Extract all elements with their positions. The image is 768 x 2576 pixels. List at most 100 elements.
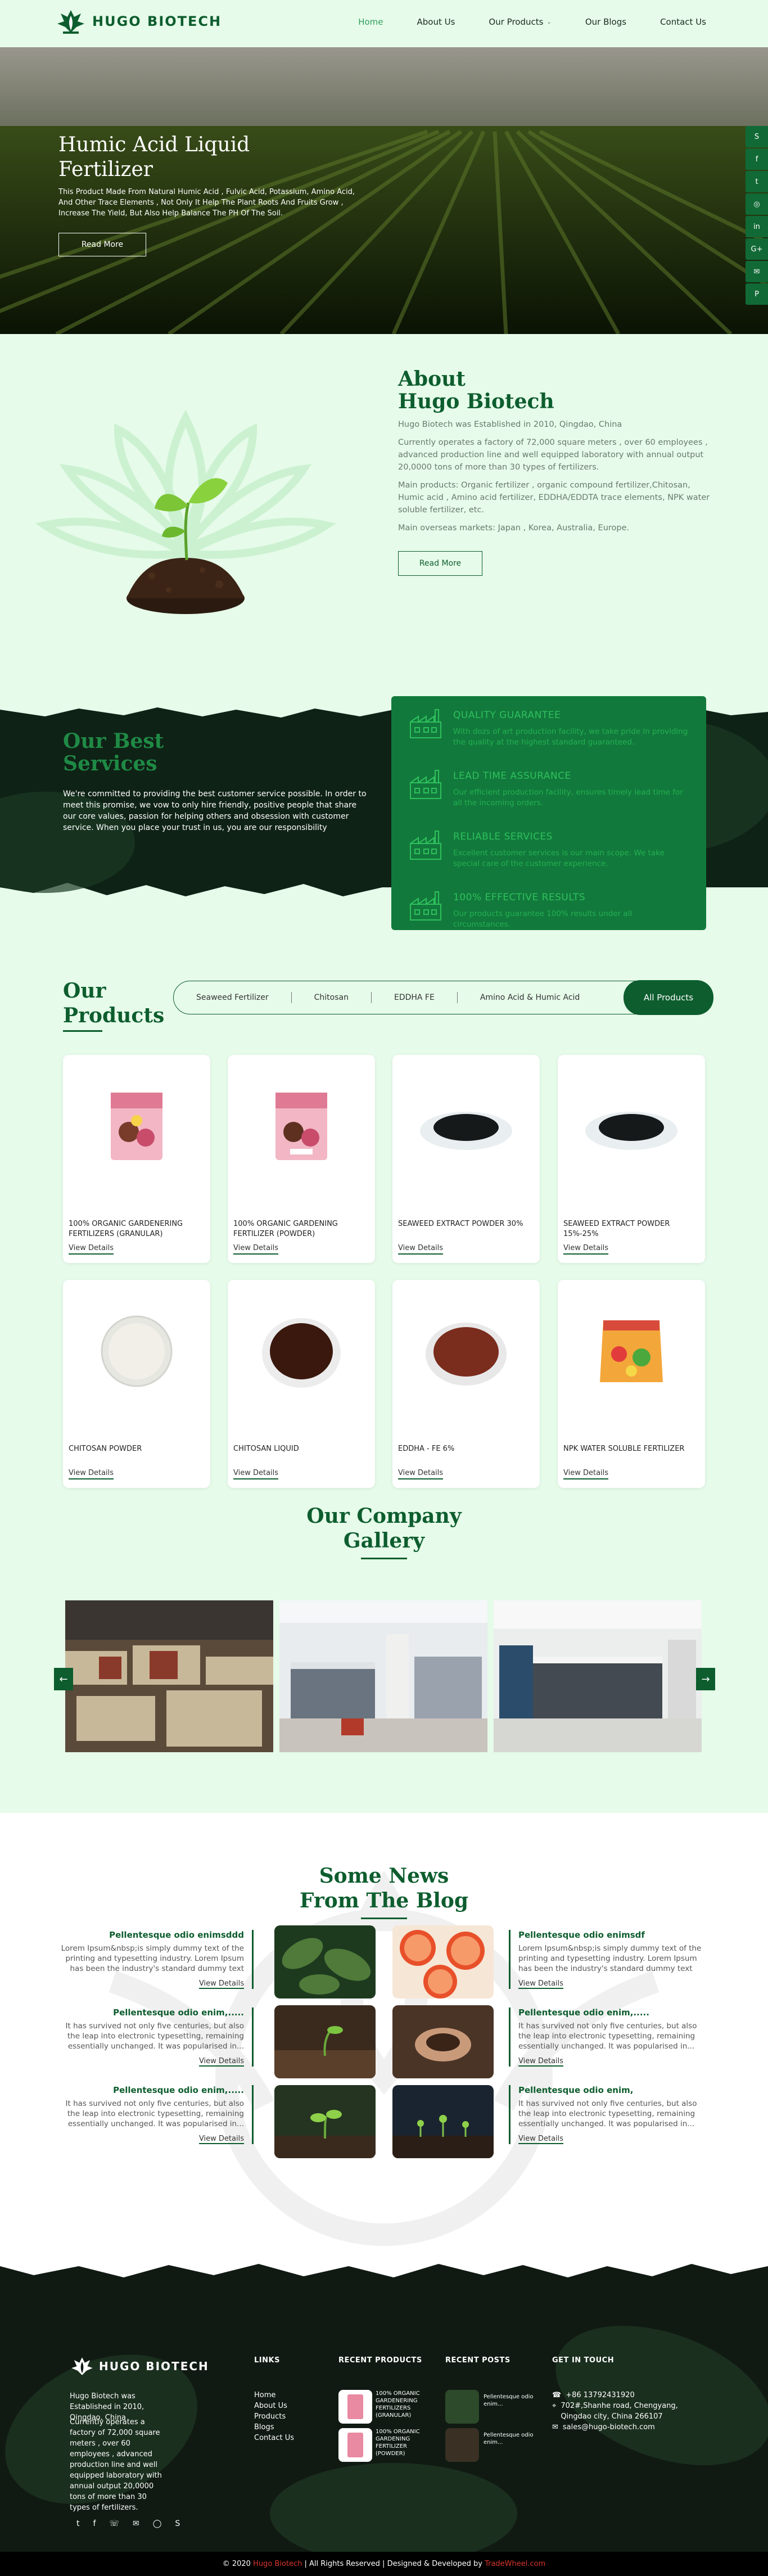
services-heading-line1: Our Best [63,729,164,753]
view-details-link[interactable]: View Details [518,2057,564,2067]
recent-product-name[interactable]: 100% ORGANIC GARDENERING FERTILIZERS (GR… [376,2390,424,2419]
product-card[interactable]: 100% ORGANIC GARDENING FERTILIZER (POWDE… [228,1055,375,1263]
view-details-link[interactable]: View Details [233,1469,279,1479]
footer-phone[interactable]: +86 13792431920 [566,2390,635,2401]
google-plus-icon[interactable]: G+ [746,238,768,260]
recent-product-name[interactable]: 100% ORGANIC GARDENING FERTILIZER (POWDE… [376,2428,424,2457]
blog-post-desc: It has survived not only five centuries,… [518,2022,697,2051]
blog-post-title[interactable]: Pellentesque odio enim,..... [60,2085,244,2095]
view-details-link[interactable]: View Details [233,1244,279,1255]
wechat-icon[interactable]: ✉ [746,261,768,282]
recent-product-thumb[interactable] [338,2390,372,2424]
blog-image[interactable] [392,2005,494,2078]
tab-eddha[interactable]: EDDHA FE [372,992,458,1003]
about-read-more-button[interactable]: Read More [398,551,482,576]
recent-post-thumb[interactable] [445,2428,479,2462]
product-card[interactable]: NPK WATER SOLUBLE FERTILIZER View Detail… [558,1280,705,1488]
hero-read-more-button[interactable]: Read More [58,233,146,256]
footer-link-home[interactable]: Home [254,2390,294,2401]
blog-post-title[interactable]: Pellentesque odio enimsdf [518,1930,703,1940]
blog-image[interactable] [274,1925,376,1998]
product-card[interactable]: CHITOSAN LIQUID View Details [228,1280,375,1488]
gallery-next-arrow[interactable]: → [696,1668,715,1690]
tab-all-products[interactable]: All Products [624,980,713,1015]
facebook-icon[interactable]: f [746,148,768,170]
nav-blogs[interactable]: Our Blogs [585,17,626,27]
blog-post: Pellentesque odio enim,..... It has survi… [60,2085,254,2144]
blog-image[interactable] [274,2085,376,2158]
nav-contact[interactable]: Contact Us [660,17,706,27]
nav-home[interactable]: Home [358,17,383,27]
footer-link-contact[interactable]: Contact Us [254,2433,294,2443]
instagram-icon[interactable]: ◎ [746,193,768,215]
blog-post-title[interactable]: Pellentesque odio enim, [518,2085,703,2095]
footer-email[interactable]: sales@hugo-biotech.com [563,2422,655,2433]
gallery-prev-arrow[interactable]: ← [54,1668,73,1690]
nav-products[interactable]: Our Products ⌄ [489,17,551,27]
service-desc: Our efficient production facility, ensur… [453,788,683,807]
nav-about[interactable]: About Us [417,17,455,27]
product-card[interactable]: SEAWEED EXTRACT POWDER 30% View Details [392,1055,540,1263]
black-powder-dish-image [420,1112,512,1150]
view-details-link[interactable]: View Details [563,1469,609,1479]
view-details-link[interactable]: View Details [69,1469,114,1479]
product-card[interactable]: 100% ORGANIC GARDENERING FERTILIZERS (GR… [63,1055,210,1263]
gallery-image-lab-2[interactable] [494,1600,702,1752]
developer-link[interactable]: TradeWheel.com [485,2560,545,2568]
services-heading: Our Best Services [63,730,164,775]
copyright-year: © 2020 [222,2560,251,2568]
tab-chitosan[interactable]: Chitosan [292,992,372,1003]
footer-logo[interactable]: HUGO BIOTECH [70,2354,209,2379]
view-details-link[interactable]: View Details [198,2135,244,2144]
gallery-image-warehouse[interactable] [65,1600,273,1752]
view-details-link[interactable]: View Details [518,2135,564,2144]
service-item: 100% EFFECTIVE RESULTS Our products guara… [408,888,689,931]
footer-link-blogs[interactable]: Blogs [254,2422,294,2433]
factory-icon [410,831,441,860]
product-card[interactable]: EDDHA - FE 6% View Details [392,1280,540,1488]
tab-seaweed[interactable]: Seaweed Fertilizer [174,992,292,1003]
site-logo[interactable]: HUGO BIOTECH [55,4,222,38]
service-item: QUALITY GUARANTEE With dozs of art produc… [408,706,689,749]
view-details-link[interactable]: View Details [563,1244,609,1255]
linkedin-icon[interactable]: in [746,216,768,237]
view-details-link[interactable]: View Details [198,1979,244,1989]
pinterest-icon[interactable]: P [746,283,768,305]
product-card[interactable]: CHITOSAN POWDER View Details [63,1280,210,1488]
gallery-image-lab[interactable] [279,1600,487,1752]
blog-post-title[interactable]: Pellentesque odio enim,..... [518,2007,703,2018]
recent-post-thumb[interactable] [445,2390,479,2424]
blog-post-title[interactable]: Pellentesque odio enim,..... [60,2007,244,2018]
view-details-link[interactable]: View Details [398,1469,444,1479]
product-name: NPK WATER SOLUBLE FERTILIZER [563,1445,685,1453]
copyright-brand-link[interactable]: Hugo Biotech [253,2560,302,2568]
product-card[interactable]: SEAWEED EXTRACT POWDER 15%-25% View Deta… [558,1055,705,1263]
wechat-icon[interactable]: ✉ [133,2519,139,2528]
footer-address: 702#,Shanhe road, Chengyang, Qingdao cit… [561,2402,678,2421]
whatsapp-icon[interactable]: ◯ [153,2519,162,2528]
planting-photo [274,2005,376,2078]
recent-product-thumb[interactable] [338,2428,372,2462]
twitter-icon[interactable]: t [76,2519,80,2528]
view-details-link[interactable]: View Details [398,1244,444,1255]
phone-icon[interactable]: ☏ [109,2519,119,2528]
blog-image[interactable] [392,2085,494,2158]
blog-image[interactable] [392,1925,494,1998]
facebook-icon[interactable]: f [93,2519,96,2528]
blog-post-title[interactable]: Pellentesque odio enimsddd [60,1930,244,1940]
twitter-icon[interactable]: t [746,171,768,192]
about-paragraph: Hugo Biotech was Established in 2010, Qi… [398,420,622,429]
skype-icon[interactable]: S [175,2519,180,2528]
main-nav: Home About Us Our Products ⌄ Our Blogs Co… [358,17,706,27]
skype-icon[interactable]: S [746,126,768,147]
footer-link-products[interactable]: Products [254,2411,294,2422]
footer-link-about[interactable]: About Us [254,2401,294,2411]
view-details-link[interactable]: View Details [198,2057,244,2067]
view-details-link[interactable]: View Details [69,1244,114,1255]
tab-amino-humic[interactable]: Amino Acid & Humic Acid [458,992,603,1003]
recent-post-title[interactable]: Pellentesque odio enim... [484,2431,534,2446]
view-details-link[interactable]: View Details [518,1979,564,1989]
blog-image[interactable] [274,2005,376,2078]
blog-post: Pellentesque odio enim,..... It has survi… [60,2007,254,2067]
recent-post-title[interactable]: Pellentesque odio enim... [484,2393,534,2408]
